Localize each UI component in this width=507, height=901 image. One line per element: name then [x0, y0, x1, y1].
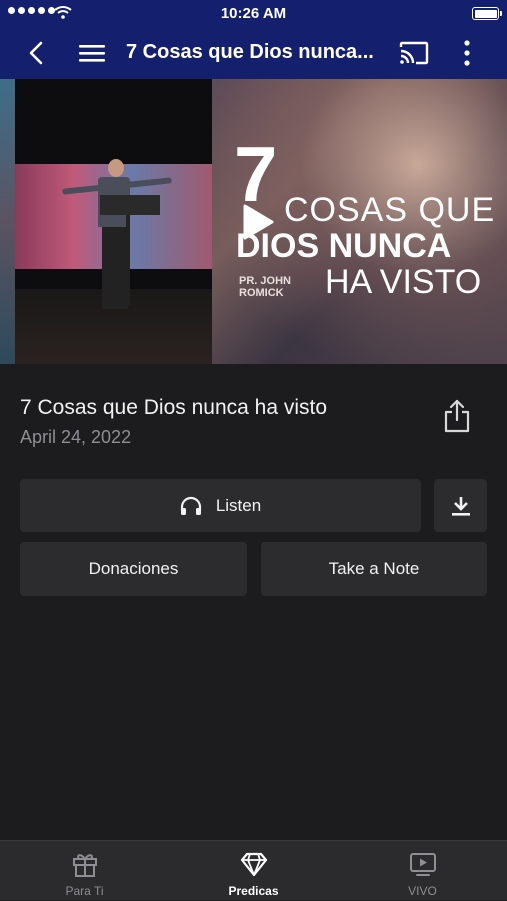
video-player[interactable]: 7 COSAS QUE DIOS NUNCA HA VISTO PR. JOHN… [0, 79, 507, 364]
tv-play-icon [410, 853, 436, 876]
listen-label: Listen [215, 495, 262, 515]
share-icon[interactable] [442, 398, 472, 434]
artwork-line-1: COSAS QUE [284, 191, 496, 229]
more-vertical-icon[interactable] [456, 39, 478, 67]
tab-label: Para Ti [65, 884, 104, 898]
tab-label: Predicas [228, 884, 279, 898]
gift-icon [73, 854, 97, 877]
play-icon[interactable] [241, 203, 275, 241]
download-button[interactable] [434, 479, 487, 532]
hamburger-menu-icon[interactable] [78, 41, 106, 65]
headphones-icon [180, 496, 201, 515]
artwork-pastor: PR. JOHN ROMICK [239, 275, 291, 299]
speaker [108, 159, 124, 177]
status-time: 10:26 AM [220, 5, 287, 22]
tab-predicas[interactable]: Predicas [169, 841, 338, 901]
cast-icon[interactable] [398, 39, 430, 67]
sermon-title: 7 Cosas que Dios nunca ha visto [20, 396, 328, 419]
donations-button[interactable]: Donaciones [20, 542, 247, 596]
artwork-number: 7 [234, 130, 278, 218]
artwork-line-3: HA VISTO [325, 263, 482, 301]
nav-bar: 7 Cosas que Dios nunca... [0, 27, 507, 79]
sermon-date: April 24, 2022 [20, 427, 132, 447]
listen-button[interactable]: Listen [20, 479, 421, 532]
tab-para-ti[interactable]: Para Ti [0, 841, 169, 901]
podium [100, 195, 160, 215]
battery-icon [472, 7, 502, 20]
status-bar: 10:26 AM [0, 0, 507, 27]
diamond-icon [240, 852, 268, 877]
donations-label: Donaciones [88, 559, 179, 578]
tab-bar: Para Ti Predicas VIVO [0, 840, 507, 900]
take-note-label: Take a Note [328, 559, 420, 578]
tab-vivo[interactable]: VIVO [338, 841, 507, 901]
take-note-button[interactable]: Take a Note [261, 542, 487, 596]
download-icon [451, 496, 470, 516]
back-chevron-icon[interactable] [22, 39, 52, 67]
page-title: 7 Cosas que Dios nunca... [126, 41, 374, 63]
tab-label: VIVO [408, 884, 437, 898]
